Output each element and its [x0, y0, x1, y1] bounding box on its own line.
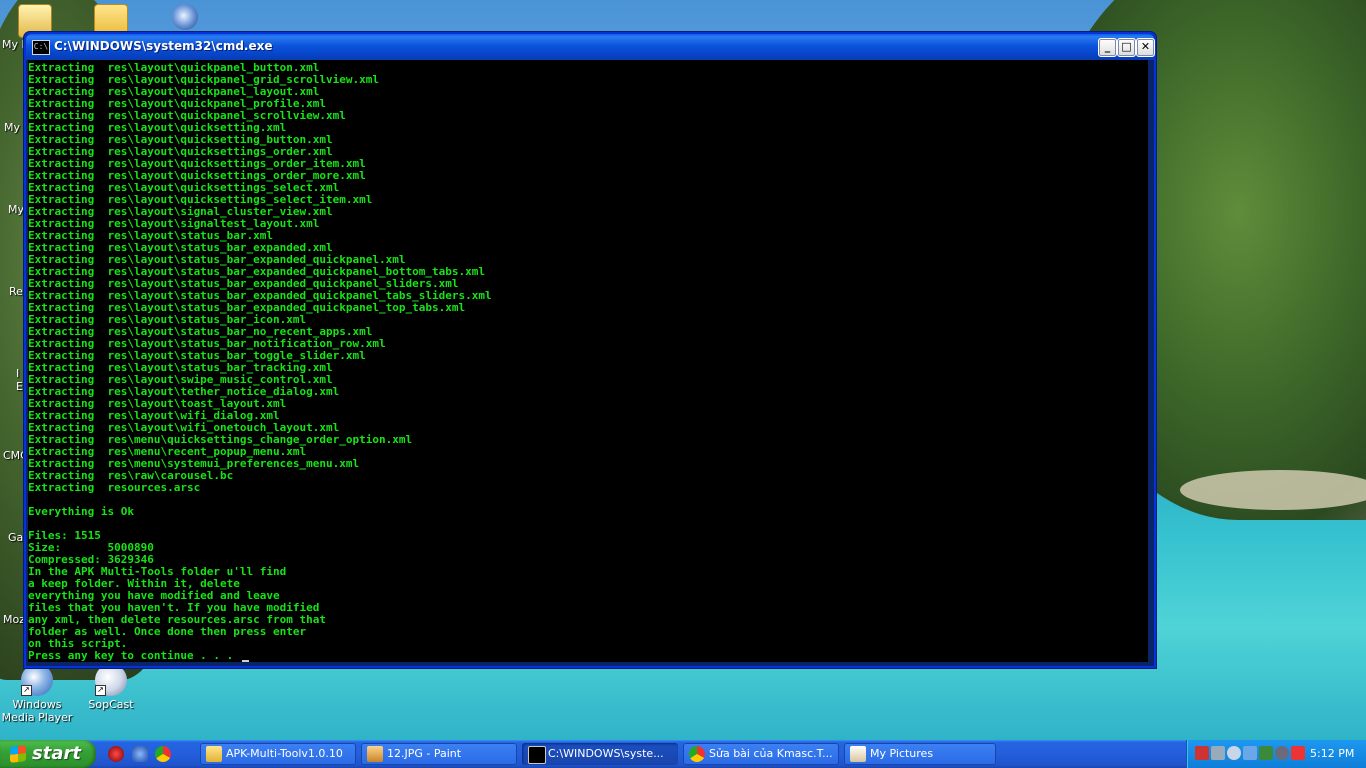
console-line: Press any key to continue . . . [28, 649, 240, 662]
quicklaunch-antivirus-icon[interactable] [108, 746, 124, 762]
desktop-edge-label[interactable]: Ga [8, 531, 23, 544]
quicklaunch-chrome-icon[interactable] [155, 746, 171, 762]
media-icon [172, 4, 198, 30]
windows-logo-icon [10, 745, 26, 763]
taskbar-item-my-pictures[interactable]: My Pictures [844, 743, 996, 765]
taskbar-item-paint[interactable]: 12.JPG - Paint [361, 743, 517, 765]
maximize-button[interactable]: □ [1117, 38, 1136, 57]
tray-antivirus-icon[interactable] [1195, 746, 1209, 760]
console-area[interactable]: Extracting res\layout\quickpanel_button.… [28, 60, 1148, 662]
minimize-button[interactable]: _ [1098, 38, 1117, 57]
chrome-icon [689, 746, 705, 762]
taskbar-clock[interactable]: 5:12 PM [1310, 747, 1354, 760]
taskbar-item-chrome[interactable]: Sửa bài của Kmasc.T... [683, 743, 839, 765]
taskbar-item-cmd[interactable]: C:\WINDOWS\syste... [522, 743, 678, 765]
tray-security-icon[interactable] [1227, 746, 1241, 760]
cmd-window[interactable]: C:\ C:\WINDOWS\system32\cmd.exe _ □ ✕ Ex… [24, 32, 1156, 668]
tray-bluetooth-icon[interactable] [1243, 746, 1257, 760]
tray-network-icon[interactable] [1211, 746, 1225, 760]
window-title: C:\WINDOWS\system32\cmd.exe [54, 39, 273, 53]
console-line: Extracting resources.arsc [28, 481, 201, 494]
pictures-icon [850, 746, 866, 762]
taskbar-item-label: My Pictures [870, 747, 934, 760]
folder-icon [206, 746, 222, 762]
desktop-edge-label[interactable]: Moz [3, 613, 25, 626]
taskbar-item-label: Sửa bài của Kmasc.T... [709, 747, 833, 760]
start-button[interactable]: start [0, 740, 96, 768]
desktop-icon-label: SopCast [88, 698, 134, 711]
desktop-icon-label: Windows Media Player [1, 698, 73, 724]
wallpaper-beach [1180, 470, 1366, 510]
quicklaunch-shield-icon[interactable] [132, 746, 148, 762]
paint-icon [367, 746, 383, 762]
tray-update-icon[interactable] [1259, 746, 1273, 760]
start-label: start [32, 743, 81, 764]
taskbar-item-label: C:\WINDOWS\syste... [548, 747, 664, 760]
console-cursor [241, 660, 249, 662]
tray-media-icon[interactable] [1275, 746, 1289, 760]
window-titlebar[interactable]: C:\ C:\WINDOWS\system32\cmd.exe _ □ ✕ [26, 34, 1155, 60]
windows-media-player-icon: ↗ [21, 664, 53, 696]
tray-antivirus2-icon[interactable] [1291, 746, 1305, 760]
taskbar-item-label: 12.JPG - Paint [387, 747, 462, 760]
desktop-edge-label[interactable]: My [4, 121, 20, 134]
shortcut-arrow-icon: ↗ [21, 685, 32, 696]
desktop-icon-windows-media-player[interactable]: ↗ Windows Media Player [0, 664, 76, 724]
close-button[interactable]: ✕ [1136, 38, 1155, 57]
desktop-edge-label[interactable]: E [16, 380, 23, 393]
desktop-edge-label[interactable]: I [16, 367, 19, 380]
desktop-icon-sopcast[interactable]: ↗ SopCast [72, 664, 150, 711]
shortcut-arrow-icon: ↗ [95, 685, 106, 696]
console-output: Extracting res\layout\quickpanel_button.… [28, 62, 492, 662]
taskbar-item-apk-multi-tool[interactable]: APK-Multi-Toolv1.0.10 [200, 743, 356, 765]
desktop-edge-label[interactable]: My [8, 203, 24, 216]
sopcast-icon: ↗ [95, 664, 127, 696]
taskbar-item-label: APK-Multi-Toolv1.0.10 [226, 747, 343, 760]
taskbar: start APK-Multi-Toolv1.0.10 12.JPG - Pai… [0, 740, 1366, 768]
cmd-icon[interactable]: C:\ [32, 40, 50, 55]
cmd-icon [528, 746, 546, 764]
console-line: Everything is Ok [28, 505, 134, 518]
desktop-icon-media[interactable] [146, 4, 224, 32]
desktop-edge-label[interactable]: Re [9, 285, 23, 298]
